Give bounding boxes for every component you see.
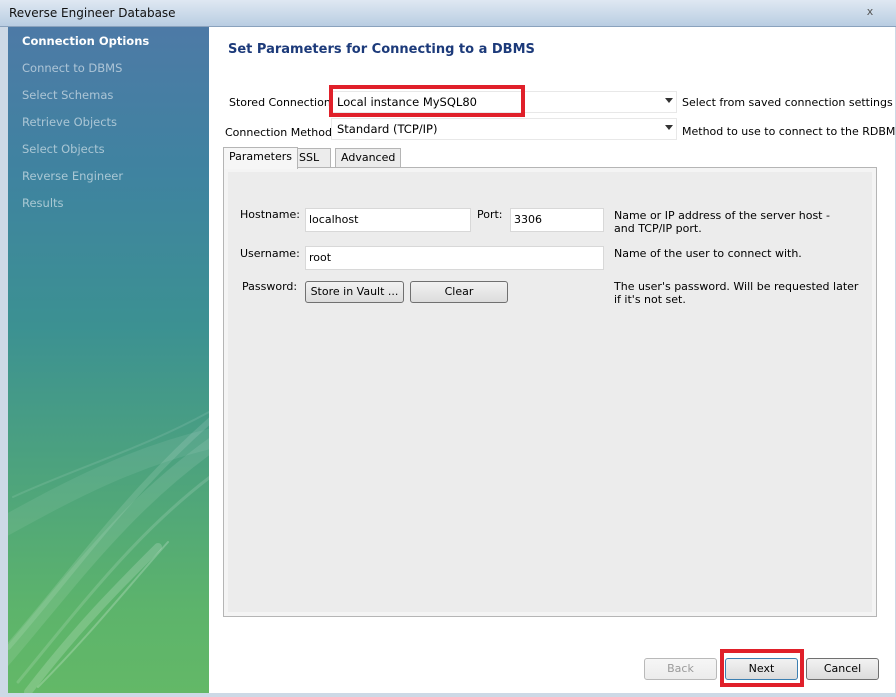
- connection-method-select[interactable]: Standard (TCP/IP): [331, 118, 677, 140]
- back-button[interactable]: Back: [644, 658, 717, 680]
- sidebar-item-connect-to-dbms: Connect to DBMS: [22, 61, 123, 75]
- hostname-help: Name or IP address of the server host - …: [614, 209, 830, 235]
- stored-connection-hint: Select from saved connection settings: [682, 96, 893, 109]
- port-label: Port:: [477, 208, 503, 221]
- hostname-field[interactable]: localhost: [305, 208, 471, 232]
- parameters-panel-body: Hostname: localhost Port: 3306 Name or I…: [228, 172, 872, 612]
- tab-parameters[interactable]: Parameters: [223, 147, 298, 169]
- wizard-content: Set Parameters for Connecting to a DBMS …: [209, 27, 895, 693]
- close-icon[interactable]: x: [861, 5, 879, 19]
- parameters-panel: Hostname: localhost Port: 3306 Name or I…: [223, 167, 877, 617]
- sidebar-item-retrieve-objects: Retrieve Objects: [22, 115, 118, 129]
- dialog-client: Connection Options Connect to DBMS Selec…: [8, 27, 895, 693]
- password-label: Password:: [242, 280, 298, 293]
- connection-method-value: Standard (TCP/IP): [337, 122, 438, 136]
- tab-ssl[interactable]: SSL: [293, 148, 331, 168]
- sidebar-item-results: Results: [22, 196, 64, 210]
- port-field[interactable]: 3306: [510, 208, 604, 232]
- window-titlebar: Reverse Engineer Database x: [0, 0, 896, 27]
- connection-method-label: Connection Method:: [225, 126, 336, 139]
- connection-method-hint: Method to use to connect to the RDBMS: [682, 125, 895, 138]
- username-label: Username:: [240, 247, 300, 260]
- sidebar-item-reverse-engineer: Reverse Engineer: [22, 169, 124, 183]
- stored-connection-select[interactable]: Local instance MySQL80: [331, 91, 677, 113]
- tab-advanced[interactable]: Advanced: [335, 148, 402, 168]
- sidebar-item-select-objects: Select Objects: [22, 142, 105, 156]
- stored-connection-value: Local instance MySQL80: [337, 95, 477, 109]
- clear-password-button[interactable]: Clear: [410, 281, 508, 303]
- wizard-sidebar: Connection Options Connect to DBMS Selec…: [8, 27, 209, 693]
- username-help: Name of the user to connect with.: [614, 247, 802, 260]
- sidebar-item-connection-options: Connection Options: [22, 34, 150, 48]
- username-field[interactable]: root: [305, 246, 604, 270]
- hostname-label: Hostname:: [240, 208, 300, 221]
- sidebar-item-select-schemas: Select Schemas: [22, 88, 114, 102]
- chevron-down-icon: [665, 125, 673, 130]
- store-in-vault-button[interactable]: Store in Vault ...: [305, 281, 404, 303]
- chevron-down-icon: [665, 98, 673, 103]
- stored-connection-label: Stored Connection:: [229, 96, 335, 109]
- next-button[interactable]: Next: [725, 658, 798, 680]
- page-title: Set Parameters for Connecting to a DBMS: [228, 42, 535, 57]
- password-help: The user's password. Will be requested l…: [614, 280, 859, 306]
- window-title: Reverse Engineer Database: [9, 6, 176, 20]
- cancel-button[interactable]: Cancel: [806, 658, 879, 680]
